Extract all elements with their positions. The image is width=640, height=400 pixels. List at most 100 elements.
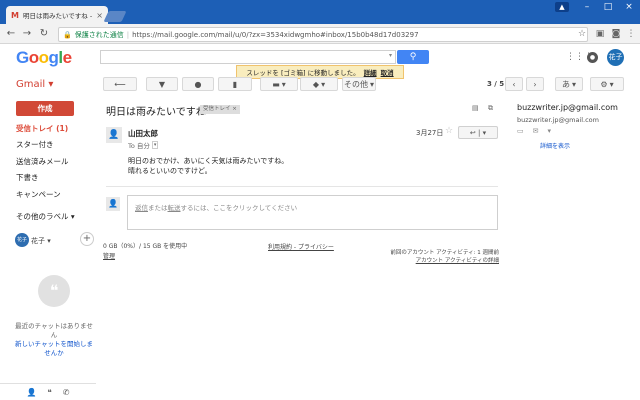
- sender-name[interactable]: 山田太郎: [128, 128, 158, 139]
- label-chip-text: 受信トレイ: [203, 106, 231, 112]
- search-button[interactable]: ⚲: [397, 50, 429, 64]
- window-close-button[interactable]: ×: [616, 0, 640, 14]
- label-icon: ◆: [312, 79, 320, 89]
- toast-details-link[interactable]: 詳細: [364, 67, 377, 77]
- divider: [106, 186, 498, 187]
- new-window-icon[interactable]: ⧉: [488, 104, 493, 113]
- email-icon[interactable]: ✉: [533, 127, 539, 135]
- show-details-link[interactable]: 詳細を表示: [540, 141, 570, 150]
- forward-icon[interactable]: →: [20, 27, 34, 41]
- phone-icon[interactable]: ✆: [63, 388, 70, 397]
- sidebar-item-drafts[interactable]: 下書き: [16, 172, 94, 184]
- camera-icon[interactable]: ◙: [610, 28, 622, 40]
- separator: |: [126, 30, 130, 39]
- chat-empty-text: 最近のチャットはありません: [15, 322, 93, 339]
- message-date: 3月27日: [416, 129, 444, 137]
- toast-message: スレッドを [ゴミ箱] に移動しました。: [246, 69, 360, 77]
- sidebar-item-starred[interactable]: スター付き: [16, 139, 94, 151]
- more-labels-label: その他のラベル: [16, 212, 69, 221]
- search-icon: ⚲: [409, 52, 417, 62]
- inbox-label-chip[interactable]: 受信トレイ ×: [200, 105, 240, 114]
- search-options-icon[interactable]: ▾: [389, 52, 392, 59]
- reply-post: するには、ここをクリックしてください: [180, 204, 298, 212]
- google-logo[interactable]: Google: [16, 48, 72, 68]
- hangouts-icon[interactable]: ❝: [47, 388, 51, 397]
- policies: 利用規約 - プライバシー: [268, 244, 334, 251]
- message-body: 明日のおでかけ、あいにく天気は雨みたいですね。 晴れるといいのですけど。: [128, 156, 288, 176]
- start-chat-link[interactable]: 新しいチャットを開始しませんか: [12, 340, 96, 358]
- print-icon[interactable]: ▤: [472, 104, 479, 112]
- new-hangout-button[interactable]: +: [80, 232, 94, 246]
- reply-button[interactable]: ↩ | ▾: [458, 126, 498, 139]
- settings-button[interactable]: ⚙ ▾: [590, 77, 624, 91]
- secure-label: 保護された通信: [74, 30, 124, 39]
- sidebar-item-inbox[interactable]: 受信トレイ (1): [16, 123, 94, 135]
- contact-name: buzzwriter.jp@gmail.com: [517, 103, 618, 112]
- star-icon[interactable]: ☆: [445, 126, 453, 136]
- menu-icon[interactable]: ⋮: [625, 28, 637, 40]
- chat-bubble-icon: ❝: [38, 275, 70, 307]
- newer-button[interactable]: ‹: [505, 77, 523, 91]
- tab-close-icon[interactable]: ×: [96, 11, 103, 20]
- show-details-icon[interactable]: ▾: [151, 141, 159, 149]
- bookmark-star-icon[interactable]: ☆: [576, 28, 588, 40]
- pager-count: 3 / 5: [487, 80, 505, 88]
- sidebar-item-more-labels[interactable]: その他のラベル ▾: [16, 211, 94, 223]
- back-icon[interactable]: ←: [4, 27, 18, 41]
- hangouts-user[interactable]: 花子 ▾: [31, 236, 51, 246]
- search-input[interactable]: [100, 50, 396, 64]
- manage-storage-link[interactable]: 管理: [103, 251, 115, 260]
- message-subject: 明日は雨みたいですね: [106, 107, 206, 118]
- url-text: https://mail.google.com/mail/u/0/?zx=353…: [132, 30, 419, 39]
- gmail-menu[interactable]: Gmail ▾: [16, 79, 53, 90]
- tab-title: 明日は雨みたいですね - ...: [22, 12, 93, 20]
- sidebar-item-campaign[interactable]: キャンペーン: [16, 189, 94, 201]
- more-button[interactable]: その他 ▾: [342, 77, 376, 91]
- forward-link[interactable]: 転送: [168, 204, 181, 212]
- archive-button[interactable]: ▼: [146, 77, 178, 91]
- report-spam-button[interactable]: ●: [182, 77, 214, 91]
- reply-mid: または: [148, 204, 168, 212]
- hangouts-user-name: 花子: [31, 237, 45, 245]
- input-tools-button[interactable]: あ ▾: [555, 77, 583, 91]
- body-line: 明日のおでかけ、あいにく天気は雨みたいですね。: [128, 157, 289, 165]
- older-button[interactable]: ›: [526, 77, 544, 91]
- extension-icon[interactable]: ▣: [594, 28, 606, 40]
- chevron-left-icon: ‹: [512, 79, 516, 89]
- notifications-icon[interactable]: ●: [587, 52, 598, 63]
- arrow-left-icon: ⟵: [114, 79, 126, 89]
- recipient-text: To 自分: [128, 142, 150, 150]
- address-bar[interactable]: 🔒 保護された通信 | https://mail.google.com/mail…: [58, 27, 588, 42]
- reply-avatar: 👤: [106, 197, 120, 211]
- hangouts-avatar[interactable]: 花子: [15, 233, 29, 247]
- browser-tab[interactable]: M 明日は雨みたいですね - ... ×: [6, 6, 108, 24]
- sidebar-item-sent[interactable]: 送信済みメール: [16, 156, 94, 168]
- move-to-button[interactable]: ▬ ▾: [260, 77, 298, 91]
- delete-button[interactable]: ▮: [218, 77, 252, 91]
- lock-icon: 🔒: [63, 30, 72, 39]
- chevron-down-icon[interactable]: ▾: [548, 127, 552, 135]
- spam-icon: ●: [194, 79, 202, 89]
- compose-button[interactable]: 作成: [16, 101, 74, 116]
- account-activity: 前回のアカウント アクティビティ: 1 週間前 アカウント アクティビティの詳細: [370, 249, 499, 265]
- contact-actions: ▭ ✉ ▾: [517, 127, 551, 135]
- privacy-link[interactable]: プライバシー: [298, 244, 334, 251]
- reply-icon: ↩: [469, 129, 476, 137]
- reload-icon[interactable]: ↻: [37, 27, 51, 41]
- chevron-right-icon: ›: [533, 79, 537, 89]
- back-to-inbox-button[interactable]: ⟵: [103, 77, 137, 91]
- gmail-label: Gmail: [16, 79, 46, 90]
- contact-card-icon[interactable]: ▭: [517, 127, 524, 135]
- recipient-line: To 自分 ▾: [128, 140, 159, 150]
- activity-details-link[interactable]: アカウント アクティビティの詳細: [370, 257, 499, 265]
- last-activity-text: 前回のアカウント アクティビティ: 1 週間前: [390, 250, 499, 256]
- reply-link[interactable]: 返信: [135, 204, 148, 212]
- person-icon[interactable]: 👤: [27, 388, 37, 397]
- terms-link[interactable]: 利用規約: [268, 244, 292, 251]
- toast-undo-link[interactable]: 取消: [381, 67, 394, 77]
- browser-profile-icon[interactable]: ▲: [555, 2, 569, 12]
- account-avatar[interactable]: 花子: [607, 49, 624, 66]
- reply-box[interactable]: 返信または転送するには、ここをクリックしてください: [127, 195, 498, 230]
- contact-email: buzzwriter.jp@gmail.com: [517, 116, 599, 124]
- labels-button[interactable]: ◆ ▾: [300, 77, 338, 91]
